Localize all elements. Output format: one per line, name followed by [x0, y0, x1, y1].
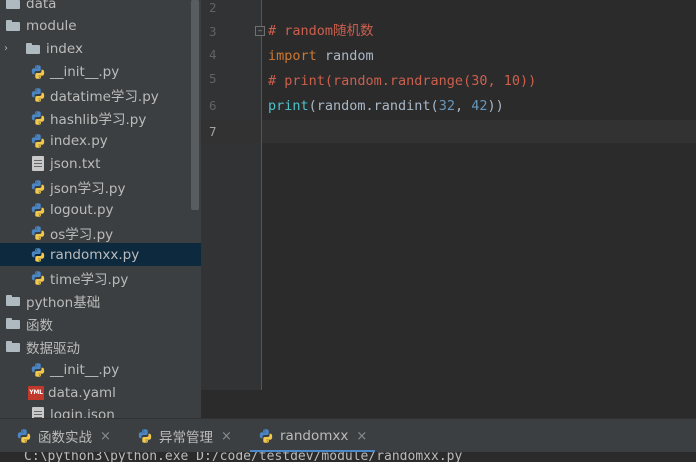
- python-file-icon: [30, 64, 46, 80]
- tree-item-file[interactable]: YML data.yaml: [0, 381, 201, 404]
- code-line-4[interactable]: import random: [268, 45, 374, 68]
- code-line-5[interactable]: # print(random.randrange(30, 10)): [268, 70, 536, 93]
- tree-item-label: os学习.py: [50, 226, 114, 243]
- tree-item-file[interactable]: time学习.py: [0, 266, 201, 289]
- run-tab-randomxx[interactable]: randomxx ×: [250, 419, 376, 453]
- tree-scrollbar[interactable]: [191, 0, 199, 210]
- tree-item-file[interactable]: logout.py: [0, 198, 201, 221]
- python-file-icon: [137, 428, 153, 444]
- code-line-3[interactable]: # random随机数: [268, 20, 374, 43]
- yaml-file-icon: YML: [28, 385, 44, 400]
- close-icon[interactable]: ×: [100, 429, 111, 444]
- tree-item-functions-folder[interactable]: 函数: [0, 312, 201, 335]
- tab-label: 函数实战: [38, 430, 92, 446]
- tree-item-label: 数据驱动: [26, 340, 80, 357]
- tree-item-label: logout.py: [50, 201, 114, 218]
- python-file-icon: [30, 133, 46, 149]
- code-line-6[interactable]: print(random.randint(32, 42)): [268, 95, 504, 118]
- tree-item-file[interactable]: __init__.py: [0, 358, 201, 381]
- console-command-line: C:\python3\python.exe D:/code/testdev/mo…: [24, 452, 463, 462]
- tree-item-label: index: [46, 40, 83, 57]
- line-number-current: 7: [209, 124, 217, 139]
- python-file-icon: [16, 428, 32, 444]
- tree-item-label: data.yaml: [48, 384, 116, 401]
- code-call: (random.randint(: [308, 98, 439, 114]
- line-number: 3: [209, 24, 217, 39]
- tree-item-label: python基础: [26, 294, 101, 311]
- fold-marker-icon[interactable]: −: [255, 26, 265, 36]
- tree-item-file[interactable]: json.txt: [0, 152, 201, 175]
- line-number: 2: [209, 0, 217, 15]
- editor-empty-area[interactable]: [201, 390, 696, 418]
- folder-icon: [6, 341, 20, 352]
- tree-item-label: login.json: [50, 406, 115, 419]
- folder-icon: [26, 43, 40, 54]
- python-file-icon: [30, 202, 46, 218]
- python-file-icon: [30, 87, 46, 103]
- code-keyword: import: [268, 48, 317, 64]
- tree-item-file[interactable]: os学习.py: [0, 221, 201, 244]
- tree-item-file[interactable]: datatime学习.py: [0, 83, 201, 106]
- code-number: 32: [438, 98, 455, 114]
- tab-label: randomxx: [280, 428, 349, 444]
- tree-item-data-driven-folder[interactable]: 数据驱动: [0, 335, 201, 358]
- python-file-icon: [30, 179, 46, 195]
- line-number: 4: [209, 47, 217, 62]
- json-file-icon: [32, 407, 44, 418]
- python-file-icon: [30, 247, 46, 263]
- code-number: 42: [471, 98, 488, 114]
- code-punct: )): [487, 98, 504, 114]
- tree-item-file[interactable]: __init__.py: [0, 60, 201, 83]
- tree-item-module-folder[interactable]: module: [0, 14, 201, 37]
- tree-item-label: hashlib学习.py: [50, 111, 147, 128]
- code-punct: ,: [454, 98, 472, 114]
- code-identifier: random: [316, 48, 374, 64]
- folder-icon: [6, 318, 20, 329]
- tree-item-label: 函数: [26, 317, 53, 334]
- tree-item-file[interactable]: json学习.py: [0, 175, 201, 198]
- python-file-icon: [258, 428, 274, 444]
- close-icon[interactable]: ×: [221, 429, 232, 444]
- tree-item-label: datatime学习.py: [50, 88, 159, 105]
- tree-item-file[interactable]: login.json: [0, 403, 201, 418]
- python-file-icon: [30, 110, 46, 126]
- gutter-divider: [261, 0, 262, 390]
- code-comment: # print(random.randrange(30, 10)): [268, 73, 537, 89]
- text-file-icon: [32, 156, 44, 171]
- tree-item-label: json学习.py: [50, 180, 126, 197]
- tree-item-file-selected[interactable]: randomxx.py: [0, 243, 201, 266]
- line-number: 6: [209, 98, 217, 113]
- code-builtin: print: [268, 98, 309, 114]
- tree-item-python-basics-folder[interactable]: python基础: [0, 289, 201, 312]
- tree-item-index-folder[interactable]: › index: [0, 37, 201, 60]
- tree-item-label: time学习.py: [50, 271, 129, 288]
- current-line-highlight: [201, 120, 696, 143]
- folder-icon: [6, 295, 20, 306]
- run-tab-functions[interactable]: 函数实战 ×: [16, 419, 111, 453]
- folder-icon: [6, 20, 20, 31]
- tree-item-label: randomxx.py: [50, 246, 140, 263]
- run-tab-bar: 函数实战 × 异常管理 × randomxx ×: [0, 418, 696, 453]
- tree-item-label: module: [26, 17, 77, 34]
- python-file-icon: [30, 225, 46, 241]
- run-console[interactable]: C:\python3\python.exe D:/code/testdev/mo…: [0, 452, 696, 462]
- chevron-right-icon[interactable]: ›: [0, 37, 12, 60]
- close-icon[interactable]: ×: [356, 429, 367, 444]
- tree-item-file[interactable]: hashlib学习.py: [0, 106, 201, 129]
- tree-item-label: __init__.py: [50, 361, 120, 378]
- tree-item-data-folder[interactable]: data: [0, 0, 201, 15]
- run-tab-exceptions[interactable]: 异常管理 ×: [137, 419, 232, 453]
- line-number: 5: [209, 71, 217, 86]
- tree-item-label: json.txt: [50, 155, 101, 172]
- project-tree: data module › index __init__.py datatime…: [0, 0, 201, 418]
- tree-item-file[interactable]: index.py: [0, 129, 201, 152]
- folder-icon: [6, 0, 20, 9]
- python-file-icon: [30, 270, 46, 286]
- tree-item-label: data: [26, 0, 57, 12]
- tree-item-label: index.py: [50, 132, 108, 149]
- python-file-icon: [30, 362, 46, 378]
- tree-item-label: __init__.py: [50, 63, 120, 80]
- tab-label: 异常管理: [159, 430, 213, 446]
- code-comment: # random随机数: [268, 23, 374, 39]
